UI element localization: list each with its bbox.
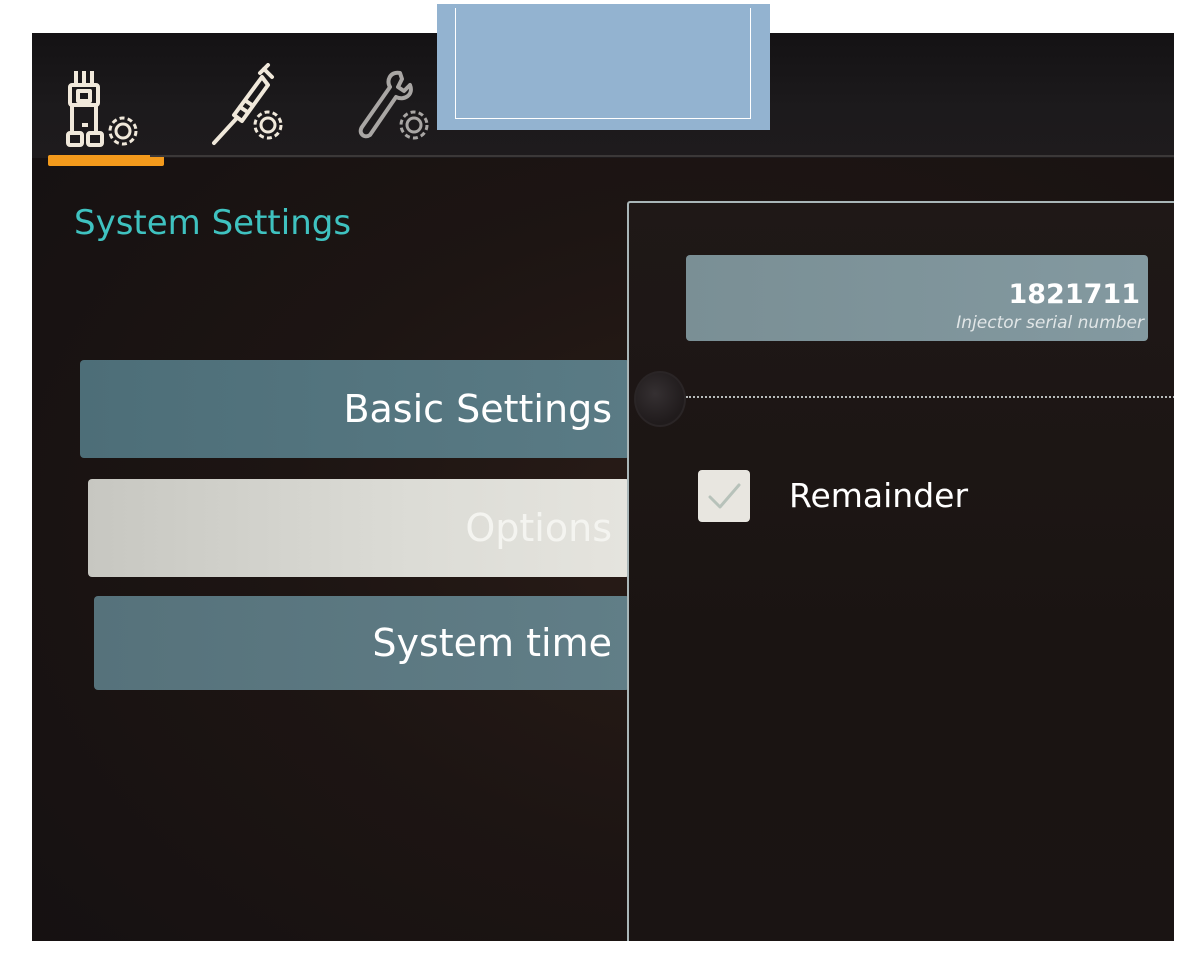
remainder-checkbox[interactable] <box>698 470 750 522</box>
page-title: System Settings <box>74 203 352 243</box>
system-time-button[interactable]: System time <box>94 596 630 690</box>
serial-number-value: 1821711 <box>1008 279 1140 310</box>
panel-divider <box>686 396 1174 398</box>
system-settings-icon <box>66 71 138 147</box>
options-panel: 1821711 Injector serial number Remainder <box>627 201 1174 941</box>
toolbar-divider <box>150 155 1174 157</box>
tab-injector-settings[interactable] <box>206 63 326 153</box>
remainder-label: Remainder <box>789 476 969 515</box>
tab-system-settings[interactable] <box>62 63 182 153</box>
screen-knob <box>634 371 686 427</box>
basic-settings-button[interactable]: Basic Settings <box>80 360 630 458</box>
redaction-block <box>437 4 770 130</box>
active-tab-indicator <box>48 155 164 166</box>
options-button[interactable]: Options <box>88 479 630 577</box>
redaction-frame <box>455 8 751 119</box>
device-screen: System Settings Basic Settings Options S… <box>32 33 1174 941</box>
serial-number-label: Injector serial number <box>956 313 1144 333</box>
checkmark-icon <box>708 483 741 509</box>
serial-number-field: 1821711 Injector serial number <box>686 255 1148 341</box>
syringe-settings-icon <box>212 63 283 145</box>
